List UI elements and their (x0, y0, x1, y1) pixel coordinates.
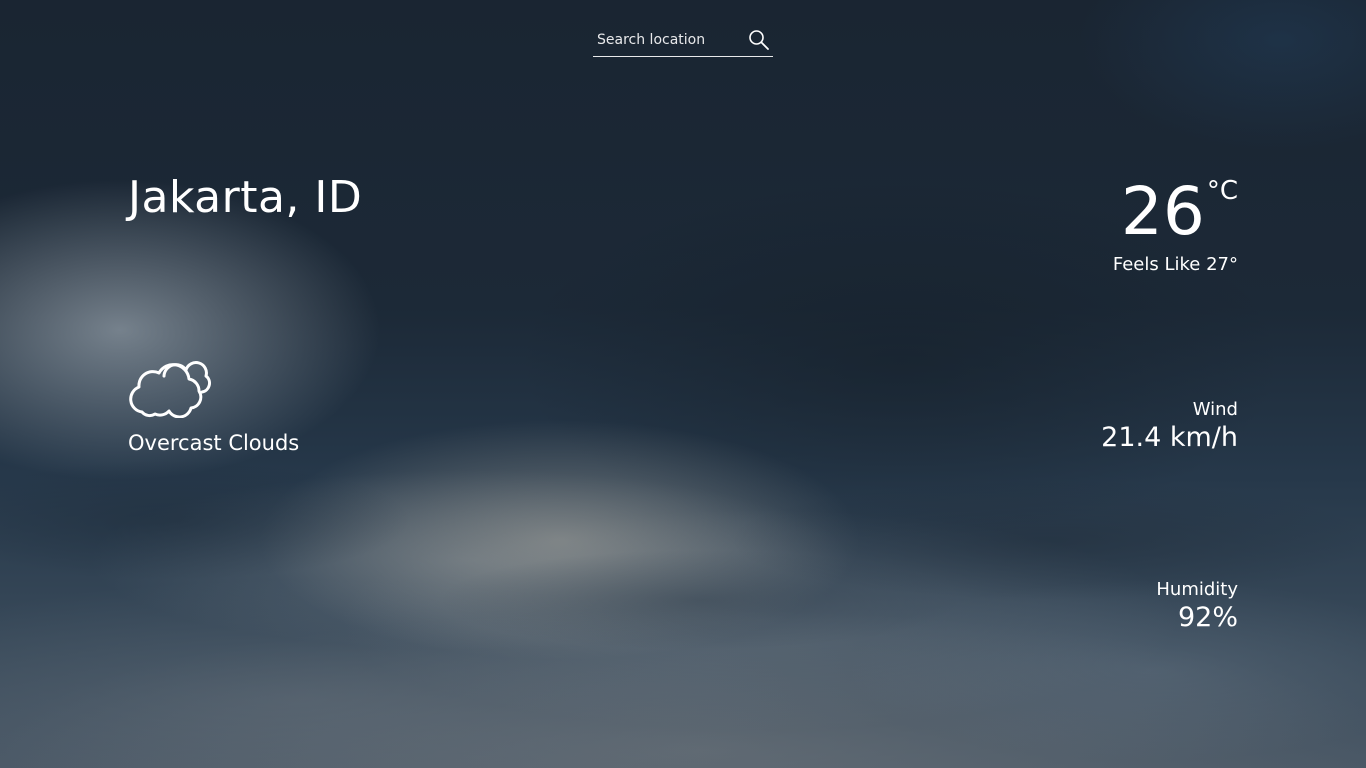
wind-block: Wind 21.4 km/h (1101, 399, 1238, 453)
search-bar (593, 26, 773, 57)
humidity-block: Humidity 92% (1156, 579, 1238, 633)
search-input[interactable] (593, 26, 745, 54)
weather-condition: Overcast Clouds (128, 431, 300, 455)
temperature-value: 26 (1120, 173, 1205, 250)
wind-label: Wind (1192, 399, 1238, 420)
temperature-block: 26 °C Feels Like 27° (1113, 172, 1238, 275)
feels-like: Feels Like 27° (1112, 254, 1238, 275)
cloud-icon (129, 361, 211, 418)
wind-value: 21.4 km/h (1101, 422, 1238, 453)
location-name: Jakarta, ID (128, 172, 363, 223)
temperature-row: 26 °C (1113, 172, 1238, 252)
search-button[interactable] (747, 28, 771, 52)
humidity-value: 92% (1177, 602, 1238, 633)
search-icon (749, 30, 769, 50)
temperature-unit: °C (1206, 176, 1238, 206)
humidity-label: Humidity (1156, 579, 1238, 600)
